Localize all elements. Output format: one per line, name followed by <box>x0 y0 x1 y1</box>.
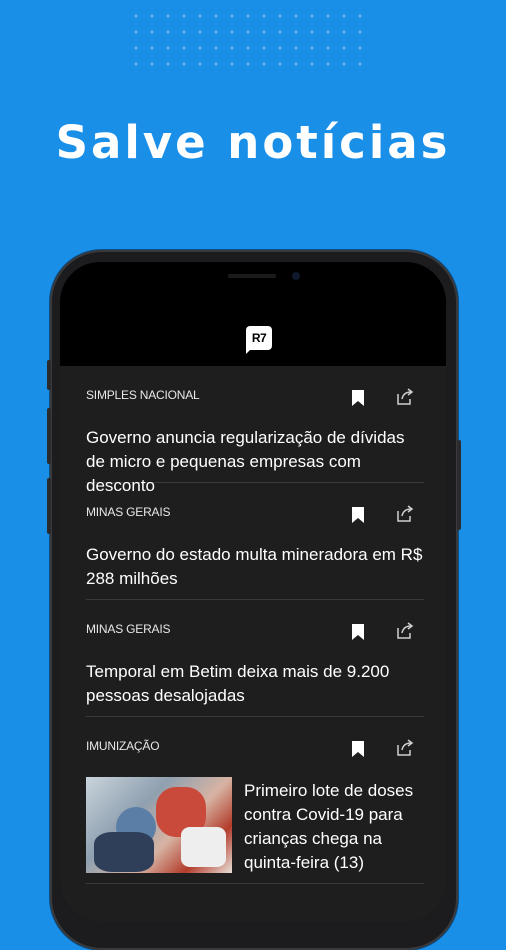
news-category[interactable]: MINAS GERAIS <box>86 505 170 519</box>
news-category[interactable]: IMUNIZAÇÃO <box>86 739 160 753</box>
news-card[interactable]: IMUNIZAÇÃO Primeiro lote de doses contra… <box>86 739 424 884</box>
thumbnail-shape <box>94 832 154 872</box>
news-thumbnail[interactable] <box>86 777 232 873</box>
phone-volume-up-button <box>47 408 51 464</box>
promo-headline: Salve notícias <box>55 116 451 169</box>
phone-side-button <box>47 360 51 390</box>
bookmark-icon[interactable] <box>352 390 364 406</box>
news-card[interactable]: MINAS GERAIS Governo do estado multa min… <box>86 505 424 600</box>
news-title[interactable]: Governo do estado multa mineradora em R$… <box>86 543 426 591</box>
phone-volume-down-button <box>47 478 51 534</box>
phone-power-button <box>457 440 461 530</box>
share-icon[interactable] <box>396 622 414 640</box>
news-title[interactable]: Primeiro lote de doses contra Covid-19 p… <box>244 779 424 875</box>
r7-logo-tail <box>246 348 252 354</box>
bookmark-icon[interactable] <box>352 624 364 640</box>
news-title[interactable]: Temporal em Betim deixa mais de 9.200 pe… <box>86 660 426 708</box>
share-icon[interactable] <box>396 388 414 406</box>
news-card[interactable]: MINAS GERAIS Temporal em Betim deixa mai… <box>86 622 424 717</box>
news-title[interactable]: Governo anuncia regularização de dívidas… <box>86 426 426 498</box>
decorative-dot-pattern <box>128 8 364 68</box>
news-category[interactable]: SIMPLES NACIONAL <box>86 388 200 402</box>
news-feed[interactable]: SIMPLES NACIONAL Governo anuncia regular… <box>60 366 446 922</box>
phone-screen: R7 SIMPLES NACIONAL Governo anuncia regu… <box>60 262 446 922</box>
thumbnail-shape <box>181 827 226 867</box>
phone-camera <box>292 272 300 280</box>
share-icon[interactable] <box>396 739 414 757</box>
news-category[interactable]: MINAS GERAIS <box>86 622 170 636</box>
news-card[interactable]: SIMPLES NACIONAL Governo anuncia regular… <box>86 388 424 495</box>
bookmark-icon[interactable] <box>352 507 364 523</box>
r7-logo[interactable]: R7 <box>246 326 272 350</box>
bookmark-icon[interactable] <box>352 741 364 757</box>
share-icon[interactable] <box>396 505 414 523</box>
phone-speaker <box>228 274 276 278</box>
